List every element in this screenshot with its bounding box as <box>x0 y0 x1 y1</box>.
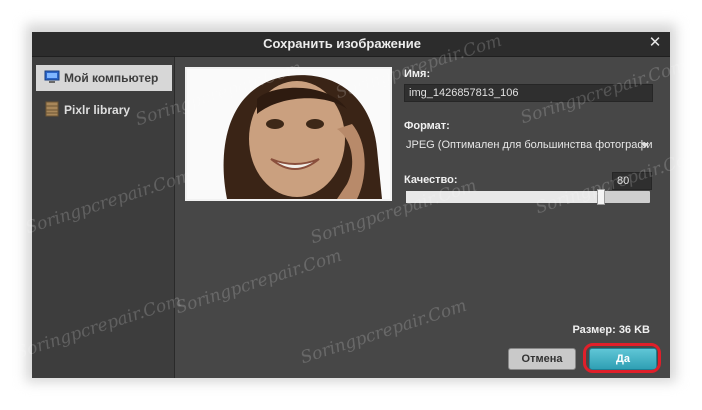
image-preview <box>185 67 392 201</box>
watermark: Soringpcrepair.Com <box>173 245 345 319</box>
preview-photo <box>187 69 390 199</box>
sidebar: Мой компьютер Pixlr library <box>32 57 175 378</box>
format-select[interactable]: JPEG (Оптимален для большинства фотограф… <box>404 136 652 154</box>
save-image-dialog: Сохранить изображение ✕ Мой компьютер Pi… <box>13 31 702 378</box>
quality-slider-fill <box>406 191 602 203</box>
dialog-titlebar: Сохранить изображение ✕ <box>32 32 670 57</box>
quality-slider-thumb[interactable] <box>597 189 606 205</box>
library-icon <box>44 101 60 117</box>
sidebar-item-label: Pixlr library <box>64 103 131 117</box>
computer-icon <box>44 69 60 85</box>
highlight-ring <box>583 343 661 373</box>
cancel-button[interactable]: Отмена <box>508 348 576 370</box>
name-label: Имя: <box>404 68 431 80</box>
sidebar-item-my-computer[interactable]: Мой компьютер <box>36 65 172 91</box>
file-name-input[interactable] <box>404 84 653 102</box>
close-button[interactable]: ✕ <box>646 34 664 52</box>
dialog-title: Сохранить изображение <box>263 36 421 51</box>
quality-label: Качество: <box>404 174 458 186</box>
close-icon: ✕ <box>648 34 662 51</box>
sidebar-item-label: Мой компьютер <box>64 71 159 85</box>
sidebar-item-pixlr-library[interactable]: Pixlr library <box>36 97 172 123</box>
file-size-text: Размер: 36 KB <box>572 324 650 336</box>
chevron-down-icon[interactable] <box>641 143 649 148</box>
quality-slider[interactable] <box>406 191 650 203</box>
format-label: Формат: <box>404 120 450 132</box>
watermark: Soringpcrepair.Com <box>298 295 470 369</box>
quality-input[interactable] <box>612 172 652 190</box>
